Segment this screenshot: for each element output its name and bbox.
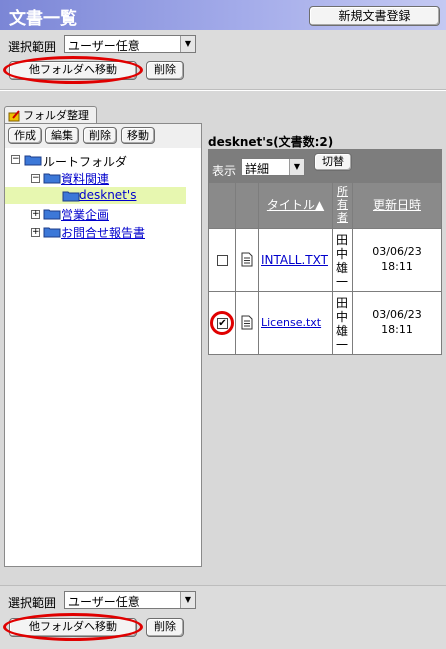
scope-label: 選択範囲 xyxy=(8,40,57,54)
scope-select-value: ユーザー任意 xyxy=(68,39,140,53)
tree-folder-inquiry-reports[interactable]: お問合せ報告書 xyxy=(61,224,145,241)
document-title-link[interactable]: License.txt xyxy=(261,316,321,329)
tree-folder-materials[interactable]: 資料関連 xyxy=(61,170,109,187)
delete-button[interactable]: 削除 xyxy=(146,61,184,80)
title-sort-link[interactable]: タイトル▲ xyxy=(267,198,324,212)
document-title-link[interactable]: INTALL.TXT xyxy=(261,253,328,267)
table-row-date-cell: 03/06/23 18:11 xyxy=(353,229,441,291)
delete-button[interactable]: 削除 xyxy=(146,618,184,637)
document-time: 18:11 xyxy=(381,260,413,273)
select-column-header xyxy=(209,183,235,228)
type-column-header xyxy=(236,183,258,228)
folder-icon xyxy=(24,155,42,166)
new-document-button[interactable]: 新規文書登録 xyxy=(309,6,440,26)
table-row-title-cell: INTALL.TXT xyxy=(259,229,332,291)
document-date: 03/06/23 xyxy=(372,245,422,258)
table-row-type-cell xyxy=(236,292,258,354)
updated-sort-link[interactable]: 更新日時 xyxy=(373,198,421,212)
tree-root[interactable]: ルートフォルダ xyxy=(43,153,127,170)
top-action-panel: 選択範囲 ユーザー任意 ▼ 他フォルダへ移動 削除 xyxy=(0,30,446,90)
table-row-title-cell: License.txt xyxy=(259,292,332,354)
switch-view-button[interactable]: 切替 xyxy=(314,153,352,171)
folder-icon xyxy=(62,191,80,202)
scope-select[interactable]: ユーザー任意 ▼ xyxy=(64,591,196,609)
title-column-header[interactable]: タイトル▲ xyxy=(259,183,332,228)
document-table: 表示 詳細 ▼ 切替 タイトル▲ 所有者 更新日時 INTALL.TXT 田中雄… xyxy=(208,149,442,355)
table-row-check-cell: ✔ xyxy=(209,292,235,354)
highlight-oval xyxy=(3,56,143,84)
tree-folder-sales-planning[interactable]: 営業企画 xyxy=(61,206,109,223)
document-list-header: desknet's(文書数:2) xyxy=(208,135,334,149)
edit-folder-button[interactable]: 編集 xyxy=(45,127,79,144)
view-select-value: 詳細 xyxy=(245,162,270,176)
scope-select-value: ユーザー任意 xyxy=(68,595,140,609)
highlight-oval xyxy=(3,613,143,641)
document-icon xyxy=(241,252,253,267)
scope-select[interactable]: ユーザー任意 ▼ xyxy=(64,35,196,53)
table-row-check-cell xyxy=(209,229,235,291)
dropdown-arrow-icon[interactable]: ▼ xyxy=(180,592,195,608)
folder-icon xyxy=(43,173,61,184)
collapse-root-toggle[interactable]: − xyxy=(11,155,20,164)
folder-icon xyxy=(43,227,61,238)
table-row-owner-cell: 田中雄一 xyxy=(333,292,352,354)
dropdown-arrow-icon[interactable]: ▼ xyxy=(289,159,304,175)
view-select[interactable]: 詳細 ▼ xyxy=(241,158,305,176)
table-row-type-cell xyxy=(236,229,258,291)
folder-edit-icon xyxy=(8,110,20,122)
folder-icon xyxy=(43,209,61,220)
view-label: 表示 xyxy=(212,164,237,178)
owner-column-header[interactable]: 所有者 xyxy=(333,183,352,228)
title-bar: 文書一覧 新規文書登録 xyxy=(0,0,446,30)
collapse-folder-toggle[interactable]: − xyxy=(31,174,40,183)
table-row-owner-cell: 田中雄一 xyxy=(333,229,352,291)
move-folder-button[interactable]: 移動 xyxy=(121,127,155,144)
tree-folder-desknets[interactable]: desknet's xyxy=(79,188,136,202)
document-date: 03/06/23 xyxy=(372,308,422,321)
expand-folder-toggle[interactable]: + xyxy=(31,228,40,237)
document-icon xyxy=(241,315,253,330)
highlight-oval xyxy=(210,311,234,335)
scope-label: 選択範囲 xyxy=(8,596,57,610)
create-folder-button[interactable]: 作成 xyxy=(8,127,42,144)
expand-folder-toggle[interactable]: + xyxy=(31,210,40,219)
dropdown-arrow-icon[interactable]: ▼ xyxy=(180,36,195,52)
tab-folder-organize[interactable]: フォルダ整理 xyxy=(4,106,97,124)
updated-column-header[interactable]: 更新日時 xyxy=(353,183,441,228)
tree-toolbar: 作成 編集 削除 移動 xyxy=(5,124,201,148)
row-checkbox[interactable] xyxy=(217,255,228,266)
page-title: 文書一覧 xyxy=(9,9,77,29)
tab-label: フォルダ整理 xyxy=(23,109,89,122)
owner-sort-link[interactable]: 所有者 xyxy=(337,185,348,224)
folder-tree-panel: 作成 編集 削除 移動 − ルートフォルダ − 資料関連 desknet's +… xyxy=(4,123,202,567)
bottom-action-panel: 選択範囲 ユーザー任意 ▼ 他フォルダへ移動 削除 xyxy=(0,585,446,649)
document-time: 18:11 xyxy=(381,323,413,336)
table-row-date-cell: 03/06/23 18:11 xyxy=(353,292,441,354)
delete-folder-button[interactable]: 削除 xyxy=(83,127,117,144)
